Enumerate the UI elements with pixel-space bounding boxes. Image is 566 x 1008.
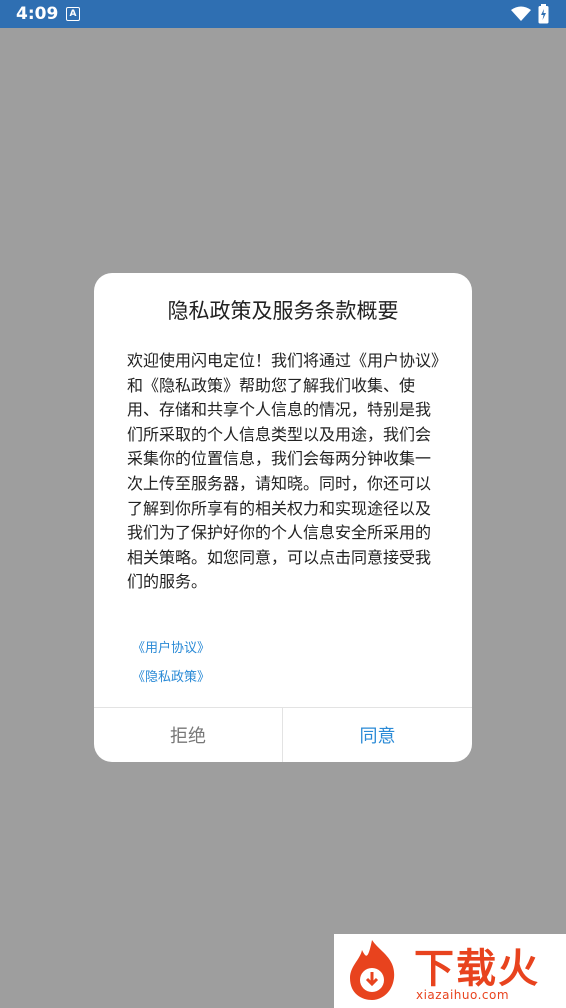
dialog-title: 隐私政策及服务条款概要: [167, 299, 399, 323]
battery-icon: [538, 4, 549, 24]
wifi-icon: [511, 6, 531, 21]
watermark: 下载火 xiazaihuo.com: [334, 934, 566, 1008]
notification-a-icon: A: [66, 7, 80, 21]
agree-button[interactable]: 同意: [283, 708, 472, 762]
watermark-brand: 下载火: [414, 946, 540, 992]
user-agreement-link[interactable]: 《用户协议》: [132, 637, 210, 656]
reject-button[interactable]: 拒绝: [94, 708, 282, 762]
privacy-dialog: 隐私政策及服务条款概要 欢迎使用闪电定位！我们将通过《用户协议》和《隐私政策》帮…: [94, 273, 472, 762]
watermark-url: xiazaihuo.com: [416, 988, 510, 1002]
privacy-policy-link[interactable]: 《隐私政策》: [132, 666, 210, 685]
dialog-body-text: 欢迎使用闪电定位！我们将通过《用户协议》和《隐私政策》帮助您了解我们收集、使用、…: [127, 351, 440, 592]
status-bar: 4:09 A: [0, 0, 566, 28]
flame-logo-icon: [350, 940, 395, 1000]
status-time: 4:09: [16, 4, 59, 24]
